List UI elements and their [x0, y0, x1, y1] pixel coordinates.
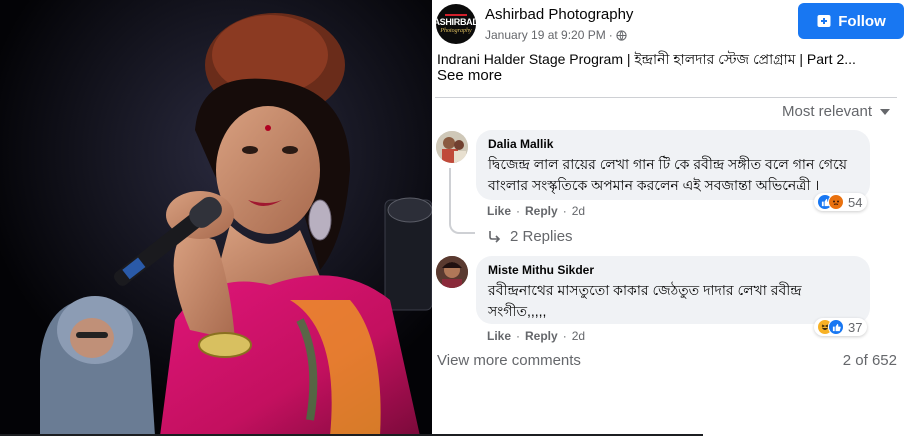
comment-age[interactable]: 2d	[572, 329, 585, 343]
reaction-summary[interactable]: 54	[814, 193, 868, 211]
sort-dropdown[interactable]: Most relevant	[782, 103, 891, 120]
like-action[interactable]: Like	[487, 204, 511, 218]
post-media-image[interactable]	[0, 0, 432, 436]
logo-text: ASHIRBAD	[436, 17, 476, 27]
comment-age[interactable]: 2d	[572, 204, 585, 218]
replies-label: 2 Replies	[510, 228, 573, 245]
post-meta: January 19 at 9:20 PM ·	[485, 28, 627, 42]
comment-actions: Like · Reply · 2d	[487, 204, 585, 218]
reaction-count: 54	[848, 194, 863, 210]
post-title: Indrani Halder Stage Program | ইন্দ্রানী…	[437, 51, 856, 67]
reply-arrow-icon	[489, 230, 501, 243]
like-icon	[828, 319, 844, 335]
reaction-count: 37	[848, 319, 863, 335]
commenter-avatar[interactable]	[436, 256, 468, 288]
comment-text: রবীন্দ্রনাথের মাসতুতো কাকার জেঠতুত দাদার…	[488, 282, 802, 319]
view-more-comments-link[interactable]: View more comments	[437, 352, 581, 369]
post-date[interactable]: January 19 at 9:20 PM	[485, 28, 606, 42]
action-separator: ·	[516, 204, 521, 218]
comment-bubble: Miste Mithu Sikder রবীন্দ্রনাথের মাসতুতো…	[476, 256, 870, 324]
sort-label: Most relevant	[782, 103, 873, 120]
commenter-avatar[interactable]	[436, 131, 468, 163]
follow-label: Follow	[838, 12, 886, 30]
logo-subtext: Photography	[440, 28, 472, 34]
see-more-link[interactable]: See more	[437, 67, 502, 84]
caret-down-icon	[880, 108, 891, 115]
view-replies-button[interactable]: 2 Replies	[488, 228, 573, 245]
post-panel: ASHIRBAD Photography Ashirbad Photograph…	[432, 0, 905, 434]
comment-count: 2 of 652	[842, 352, 897, 369]
comment-actions: Like · Reply · 2d	[487, 329, 585, 343]
reply-action[interactable]: Reply	[525, 329, 558, 343]
follow-button[interactable]: Follow	[798, 3, 904, 39]
bottom-rule	[0, 434, 703, 436]
page-avatar[interactable]: ASHIRBAD Photography	[436, 4, 476, 44]
logo-bar	[445, 14, 467, 16]
follow-icon	[817, 15, 831, 27]
reaction-summary[interactable]: 37	[814, 318, 868, 336]
page-name[interactable]: Ashirbad Photography	[485, 6, 633, 23]
action-separator: ·	[516, 329, 521, 343]
avatar-image	[436, 256, 468, 288]
comment-bubble: Dalia Mallik দ্বিজেন্দ্র লাল রায়ের লেখা…	[476, 130, 870, 200]
commenter-name[interactable]: Dalia Mallik	[488, 137, 858, 151]
reply-action[interactable]: Reply	[525, 204, 558, 218]
avatar-image	[436, 131, 468, 163]
commenter-name[interactable]: Miste Mithu Sikder	[488, 263, 858, 277]
action-separator: ·	[562, 329, 567, 343]
action-separator: ·	[562, 204, 567, 218]
comment-text: দ্বিজেন্দ্র লাল রায়ের লেখা গান টি কে রব…	[488, 156, 847, 193]
thread-line	[449, 168, 475, 234]
meta-separator: ·	[608, 28, 613, 42]
angry-icon	[828, 194, 844, 210]
globe-icon	[616, 29, 627, 41]
like-action[interactable]: Like	[487, 329, 511, 343]
performer-illustration	[0, 0, 432, 436]
divider	[435, 97, 897, 98]
